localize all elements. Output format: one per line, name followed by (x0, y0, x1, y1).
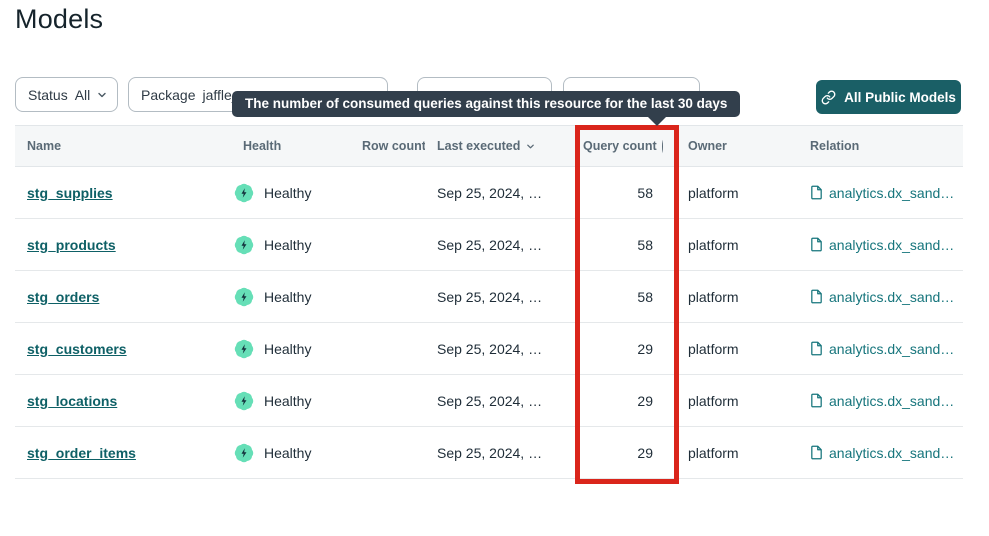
last-executed-cell: Sep 25, 2024, … (425, 393, 562, 409)
health-status-label: Healthy (264, 393, 311, 409)
table-row: stg_customers Healthy Sep 25, 2024, … 29… (15, 323, 963, 375)
column-header-name[interactable]: Name (15, 139, 230, 153)
table-row: stg_orders Healthy Sep 25, 2024, … 58 pl… (15, 271, 963, 323)
status-filter-dropdown[interactable]: Status All (15, 77, 118, 112)
column-header-query-count[interactable]: Query count i (562, 139, 663, 154)
sort-chevron-down-icon (526, 142, 535, 151)
owner-cell: platform (663, 393, 785, 409)
column-header-health[interactable]: Health (230, 139, 350, 153)
link-icon (821, 90, 836, 105)
health-status-label: Healthy (264, 341, 311, 357)
healthy-badge-icon (233, 286, 255, 308)
last-executed-cell: Sep 25, 2024, … (425, 445, 562, 461)
owner-cell: platform (663, 185, 785, 201)
status-filter-label: Status (28, 87, 68, 103)
document-icon (810, 237, 823, 252)
query-count-tooltip: The number of consumed queries against t… (232, 91, 740, 117)
relation-link[interactable]: analytics.dx_sand… (829, 393, 954, 409)
model-link[interactable]: stg_products (27, 237, 116, 253)
table-row: stg_locations Healthy Sep 25, 2024, … 29… (15, 375, 963, 427)
relation-link[interactable]: analytics.dx_sand… (829, 185, 954, 201)
model-link[interactable]: stg_orders (27, 289, 99, 305)
column-header-relation[interactable]: Relation (785, 139, 963, 153)
healthy-badge-icon (233, 234, 255, 256)
document-icon (810, 445, 823, 460)
owner-cell: platform (663, 341, 785, 357)
column-header-owner[interactable]: Owner (663, 139, 785, 153)
tooltip-arrow (648, 117, 666, 126)
model-link[interactable]: stg_supplies (27, 185, 113, 201)
owner-cell: platform (663, 445, 785, 461)
query-count-cell: 29 (562, 341, 663, 357)
document-icon (810, 393, 823, 408)
column-header-last-executed[interactable]: Last executed (425, 139, 562, 153)
query-count-cell: 29 (562, 393, 663, 409)
last-executed-cell: Sep 25, 2024, … (425, 237, 562, 253)
query-count-cell: 29 (562, 445, 663, 461)
page-title: Models (15, 4, 103, 35)
relation-link[interactable]: analytics.dx_sand… (829, 341, 954, 357)
query-count-cell: 58 (562, 237, 663, 253)
health-status-label: Healthy (264, 445, 311, 461)
healthy-badge-icon (233, 338, 255, 360)
chevron-down-icon (97, 90, 107, 100)
table-header-row: Name Health Row count Last executed Quer… (15, 125, 963, 167)
models-table: Name Health Row count Last executed Quer… (15, 125, 963, 479)
healthy-badge-icon (233, 390, 255, 412)
health-status-label: Healthy (264, 237, 311, 253)
model-link[interactable]: stg_locations (27, 393, 117, 409)
query-count-label: Query count (583, 139, 657, 153)
last-executed-cell: Sep 25, 2024, … (425, 185, 562, 201)
table-row: stg_supplies Healthy Sep 25, 2024, … 58 … (15, 167, 963, 219)
model-link[interactable]: stg_order_items (27, 445, 136, 461)
last-executed-cell: Sep 25, 2024, … (425, 289, 562, 305)
document-icon (810, 289, 823, 304)
relation-link[interactable]: analytics.dx_sand… (829, 237, 954, 253)
document-icon (810, 185, 823, 200)
relation-link[interactable]: analytics.dx_sand… (829, 289, 954, 305)
owner-cell: platform (663, 289, 785, 305)
models-page: Models Status All Package jaffle_ All Pu… (0, 0, 989, 536)
column-header-row-count[interactable]: Row count (350, 139, 425, 153)
healthy-badge-icon (233, 442, 255, 464)
owner-cell: platform (663, 237, 785, 253)
healthy-badge-icon (233, 182, 255, 204)
model-link[interactable]: stg_customers (27, 341, 127, 357)
last-executed-cell: Sep 25, 2024, … (425, 341, 562, 357)
relation-link[interactable]: analytics.dx_sand… (829, 445, 954, 461)
all-public-models-label: All Public Models (844, 90, 956, 105)
document-icon (810, 341, 823, 356)
health-status-label: Healthy (264, 185, 311, 201)
table-row: stg_products Healthy Sep 25, 2024, … 58 … (15, 219, 963, 271)
last-executed-label: Last executed (437, 139, 520, 153)
health-status-label: Healthy (264, 289, 311, 305)
table-row: stg_order_items Healthy Sep 25, 2024, … … (15, 427, 963, 479)
status-filter-value: All (75, 87, 91, 103)
query-count-cell: 58 (562, 185, 663, 201)
all-public-models-button[interactable]: All Public Models (816, 80, 961, 114)
query-count-cell: 58 (562, 289, 663, 305)
package-filter-label: Package (141, 87, 195, 103)
